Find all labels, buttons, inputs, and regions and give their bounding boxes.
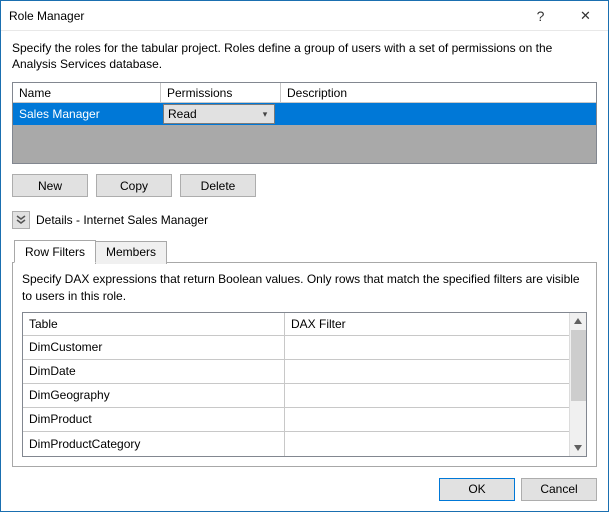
roles-grid: Name Permissions Description Sales Manag… bbox=[12, 82, 597, 164]
dax-cell[interactable] bbox=[285, 408, 569, 431]
filter-grid-wrap: Table DAX Filter DimCustomer DimDate Dim… bbox=[22, 312, 587, 457]
table-cell: DimDate bbox=[23, 360, 285, 383]
column-header-permissions[interactable]: Permissions bbox=[161, 83, 281, 102]
ok-button[interactable]: OK bbox=[439, 478, 515, 501]
roles-grid-row[interactable]: Sales Manager Read ▾ bbox=[13, 103, 596, 125]
table-cell: DimProduct bbox=[23, 408, 285, 431]
roles-grid-header: Name Permissions Description bbox=[13, 83, 596, 103]
roles-grid-body: Sales Manager Read ▾ bbox=[13, 103, 596, 163]
caret-down-icon bbox=[574, 445, 582, 451]
column-header-dax[interactable]: DAX Filter bbox=[285, 313, 569, 335]
details-label: Details - Internet Sales Manager bbox=[36, 213, 208, 227]
role-name-cell[interactable]: Sales Manager bbox=[19, 107, 100, 121]
tab-members[interactable]: Members bbox=[95, 241, 167, 264]
intro-text: Specify the roles for the tabular projec… bbox=[12, 40, 597, 72]
chevron-down-double-icon bbox=[16, 215, 26, 225]
copy-button[interactable]: Copy bbox=[96, 174, 172, 197]
table-cell: DimProductCategory bbox=[23, 432, 285, 456]
column-header-table[interactable]: Table bbox=[23, 313, 285, 335]
table-cell: DimGeography bbox=[23, 384, 285, 407]
tab-row-filters[interactable]: Row Filters bbox=[14, 240, 96, 263]
column-header-description[interactable]: Description bbox=[281, 83, 596, 102]
chevron-down-icon: ▾ bbox=[256, 105, 274, 123]
expander-button[interactable] bbox=[12, 211, 30, 229]
vertical-scrollbar[interactable] bbox=[569, 313, 586, 456]
permissions-value: Read bbox=[168, 107, 197, 121]
delete-button[interactable]: Delete bbox=[180, 174, 256, 197]
content-area: Specify the roles for the tabular projec… bbox=[1, 31, 608, 467]
scroll-thumb[interactable] bbox=[571, 330, 586, 401]
role-actions: New Copy Delete bbox=[12, 174, 597, 197]
scroll-track[interactable] bbox=[570, 330, 586, 439]
details-header: Details - Internet Sales Manager bbox=[12, 211, 597, 229]
permissions-dropdown[interactable]: Read ▾ bbox=[163, 104, 275, 124]
window-title: Role Manager bbox=[9, 9, 518, 23]
panel-intro-text: Specify DAX expressions that return Bool… bbox=[22, 271, 587, 303]
role-manager-dialog: Role Manager ? ✕ Specify the roles for t… bbox=[0, 0, 609, 512]
filter-grid-row[interactable]: DimCustomer bbox=[23, 336, 569, 360]
titlebar: Role Manager ? ✕ bbox=[1, 1, 608, 31]
help-button[interactable]: ? bbox=[518, 1, 563, 30]
scroll-down-button[interactable] bbox=[570, 439, 586, 456]
filter-grid-row[interactable]: DimDate bbox=[23, 360, 569, 384]
filter-grid-header: Table DAX Filter bbox=[23, 313, 569, 336]
filter-grid-row[interactable]: DimProductCategory bbox=[23, 432, 569, 456]
dialog-footer: OK Cancel bbox=[1, 467, 608, 511]
dax-cell[interactable] bbox=[285, 360, 569, 383]
filter-grid-row[interactable]: DimProduct bbox=[23, 408, 569, 432]
new-button[interactable]: New bbox=[12, 174, 88, 197]
filter-grid-row[interactable]: DimGeography bbox=[23, 384, 569, 408]
table-cell: DimCustomer bbox=[23, 336, 285, 359]
filter-grid: Table DAX Filter DimCustomer DimDate Dim… bbox=[23, 313, 569, 456]
scroll-up-button[interactable] bbox=[570, 313, 586, 330]
caret-up-icon bbox=[574, 318, 582, 324]
close-button[interactable]: ✕ bbox=[563, 1, 608, 30]
cancel-button[interactable]: Cancel bbox=[521, 478, 597, 501]
tab-panel-row-filters: Specify DAX expressions that return Bool… bbox=[12, 262, 597, 467]
dax-cell[interactable] bbox=[285, 384, 569, 407]
tab-strip: Row Filters Members bbox=[14, 239, 597, 262]
dax-cell[interactable] bbox=[285, 336, 569, 359]
dax-cell[interactable] bbox=[285, 432, 569, 456]
column-header-name[interactable]: Name bbox=[13, 83, 161, 102]
